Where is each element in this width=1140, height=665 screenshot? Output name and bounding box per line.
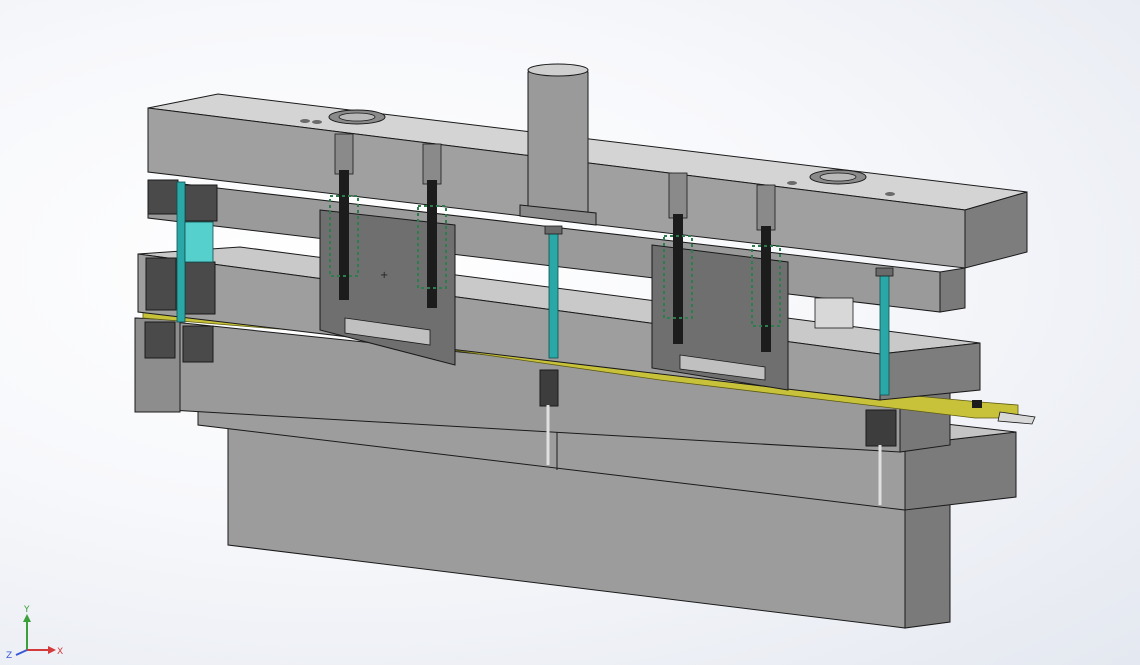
orientation-triad[interactable]: Y X Z (0, 600, 70, 665)
stripper-bolt-3 (673, 214, 683, 344)
graphics-viewport[interactable]: + Y X Z (0, 0, 1140, 665)
lower-dark-insert-left (144, 321, 176, 359)
triad-z-axis (15, 649, 28, 656)
stripper-dark-block-left-2 (184, 261, 216, 315)
lower-dark-insert-mid (539, 369, 559, 407)
stripper-bolt-1 (339, 170, 349, 300)
die-assembly-model[interactable]: + (0, 0, 1140, 665)
punch-center-rod (548, 227, 559, 359)
triad-z-label: Z (6, 651, 12, 661)
shank-top (527, 63, 589, 77)
punch-right-rod (879, 269, 890, 396)
guide-post-right[interactable] (814, 297, 854, 329)
lower-dark-insert-left-2 (182, 325, 214, 363)
shank[interactable] (519, 63, 597, 226)
lower-dark-insert-right (865, 409, 897, 447)
shank-body (527, 71, 589, 221)
origin-cross: + (380, 270, 388, 281)
punch-holder-side-face (939, 267, 966, 313)
punch-holder-dark-left (147, 179, 179, 215)
punch-holder-dark-left-2 (184, 184, 218, 222)
stripper-bolt-4 (761, 226, 771, 352)
guide-bushing-left (184, 221, 214, 263)
lower-shoe-side-face (904, 499, 951, 629)
guide-post-right-body (814, 297, 854, 329)
triad-x-label: X (57, 647, 63, 657)
stripper-dark-block-left (145, 257, 177, 311)
strip-end-screw (972, 400, 982, 408)
triad-y-label: Y (23, 605, 30, 615)
guide-post-left-body (176, 181, 186, 323)
